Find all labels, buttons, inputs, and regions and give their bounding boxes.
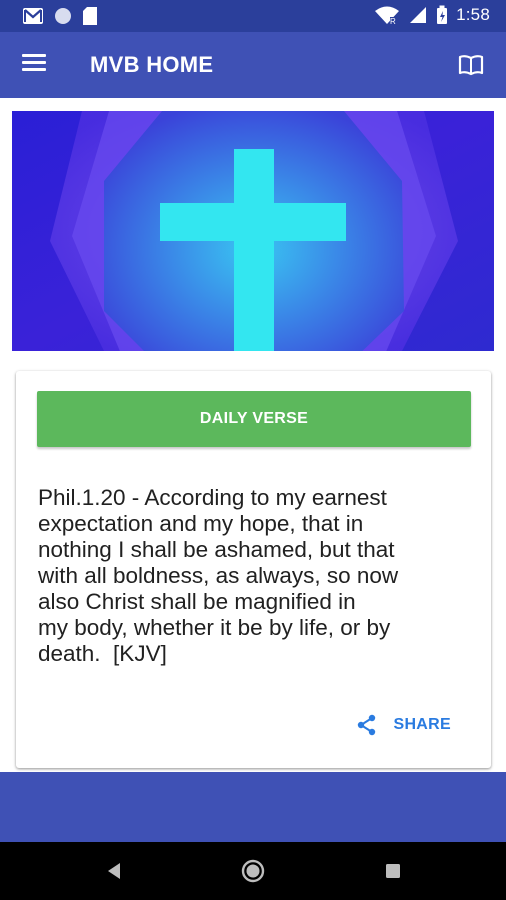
verse-text: Phil.1.20 - According to my earnest expe…	[38, 485, 399, 666]
status-bar: R 1:58	[0, 0, 506, 32]
circle-icon	[55, 8, 71, 24]
battery-icon	[437, 5, 448, 24]
book-icon[interactable]	[458, 52, 484, 78]
recents-icon[interactable]	[385, 863, 401, 879]
bottom-bar	[0, 772, 506, 842]
system-nav-bar	[0, 842, 506, 900]
share-button[interactable]: SHARE	[357, 714, 451, 736]
daily-verse-card: DAILY VERSE Phil.1.20 - According to my …	[16, 371, 491, 768]
status-time: 1:58	[456, 5, 490, 24]
banner-image	[12, 111, 494, 351]
status-left-icons	[22, 6, 98, 26]
status-right-icons: R 1:58	[374, 5, 490, 25]
sd-card-icon	[83, 7, 97, 25]
app-bar: MVB HOME	[0, 32, 506, 98]
cross-banner-graphic	[12, 111, 494, 351]
back-icon[interactable]	[105, 862, 123, 880]
signal-icon	[410, 7, 427, 23]
hamburger-menu-icon[interactable]	[22, 54, 48, 76]
wifi-icon: R	[375, 6, 400, 25]
share-icon	[358, 714, 376, 736]
cross-icon	[234, 149, 274, 351]
page-title: MVB HOME	[90, 52, 214, 77]
daily-verse-button[interactable]: DAILY VERSE	[37, 391, 471, 447]
home-icon[interactable]	[241, 859, 265, 883]
gmail-icon	[23, 8, 43, 24]
svg-text:R: R	[390, 17, 396, 25]
share-label: SHARE	[393, 716, 451, 733]
